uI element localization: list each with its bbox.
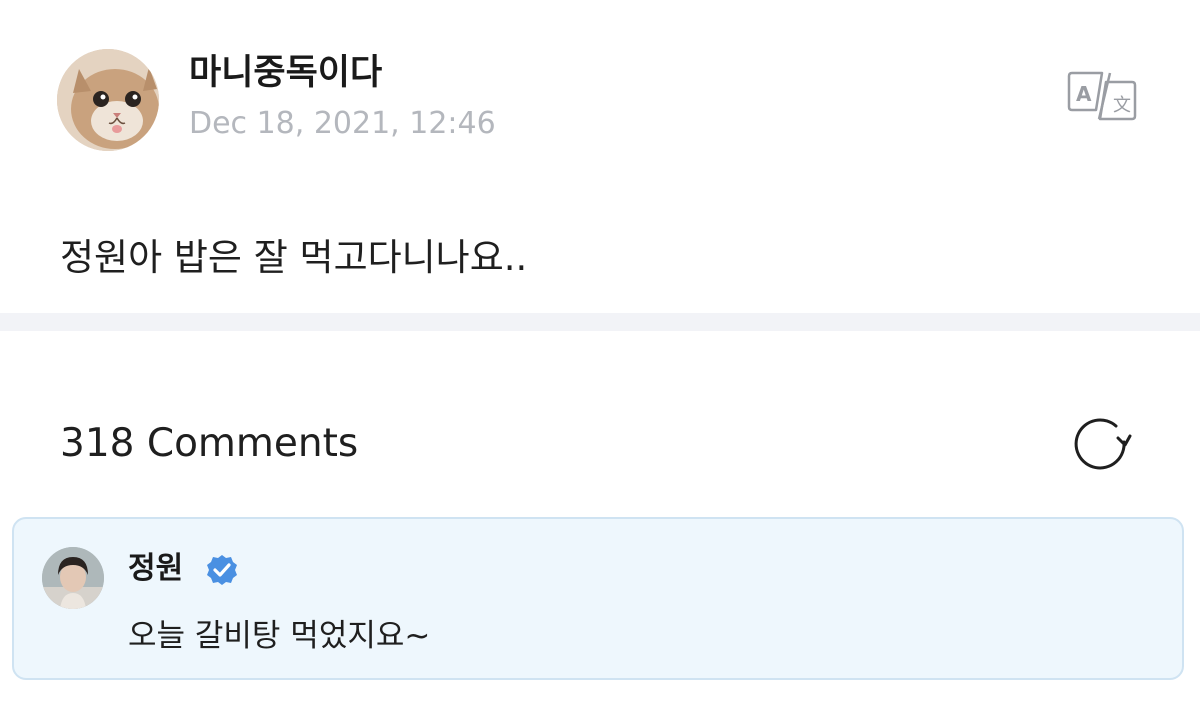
svg-text:A: A	[1076, 82, 1092, 106]
comments-count-label: 318 Comments	[60, 421, 359, 466]
post-body-text: 정원아 밥은 잘 먹고다니나요..	[60, 236, 528, 279]
verified-badge-icon	[205, 553, 239, 587]
section-divider	[0, 313, 1200, 331]
comment-text: 오늘 갈비탕 먹었지요~	[128, 618, 431, 654]
comment-card[interactable]: 정원 오늘 갈비탕 먹었지요~	[12, 517, 1184, 680]
refresh-icon[interactable]	[1072, 416, 1132, 472]
svg-text:文: 文	[1113, 95, 1131, 116]
post-timestamp: Dec 18, 2021, 12:46	[189, 106, 496, 141]
translate-icon[interactable]: A 文	[1066, 70, 1138, 122]
post-detail-page: 마니중독이다 Dec 18, 2021, 12:46 A 文 정원아 밥은 잘 …	[0, 0, 1200, 723]
cat-avatar-icon[interactable]	[57, 49, 159, 151]
commenter-avatar[interactable]	[42, 547, 104, 609]
post-author-name[interactable]: 마니중독이다	[189, 50, 382, 96]
comment-author-name[interactable]: 정원	[128, 549, 183, 589]
